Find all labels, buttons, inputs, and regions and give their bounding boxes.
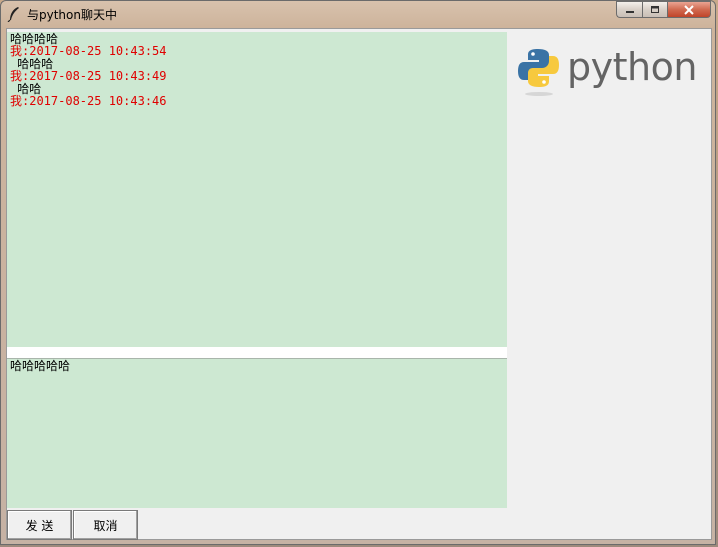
feather-icon (7, 7, 19, 22)
python-snake-icon (518, 49, 559, 96)
minimize-icon (625, 10, 634, 13)
message-header: 我:2017-08-25 10:43:54 (10, 44, 167, 59)
client-area: 哈哈哈哈 我:2017-08-25 10:43:54 哈哈哈 我:2017-08… (6, 28, 712, 540)
python-logo: python (518, 47, 697, 97)
message-input-text: 哈哈哈哈哈 (10, 359, 71, 373)
send-button[interactable]: 发 送 (7, 510, 72, 540)
close-icon (684, 4, 694, 15)
chat-log[interactable]: 哈哈哈哈 我:2017-08-25 10:43:54 哈哈哈 我:2017-08… (7, 32, 507, 347)
cancel-button[interactable]: 取消 (73, 510, 138, 540)
maximize-button[interactable] (642, 1, 668, 18)
title-bar[interactable]: 与python聊天中 (1, 1, 715, 27)
window-controls (616, 1, 711, 19)
minimize-button[interactable] (616, 1, 642, 18)
maximize-icon (651, 6, 659, 13)
python-logo-text: python (567, 45, 697, 89)
chat-window: 与python聊天中 哈哈哈哈 我:2017-08-25 10:43:54 哈哈… (0, 0, 716, 545)
message-input[interactable]: 哈哈哈哈哈 (7, 358, 507, 508)
message-header: 我:2017-08-25 10:43:46 (10, 94, 167, 109)
window-title: 与python聊天中 (27, 8, 117, 22)
pane-divider (7, 347, 507, 358)
message-header: 我:2017-08-25 10:43:49 (10, 69, 167, 84)
close-button[interactable] (668, 1, 711, 18)
